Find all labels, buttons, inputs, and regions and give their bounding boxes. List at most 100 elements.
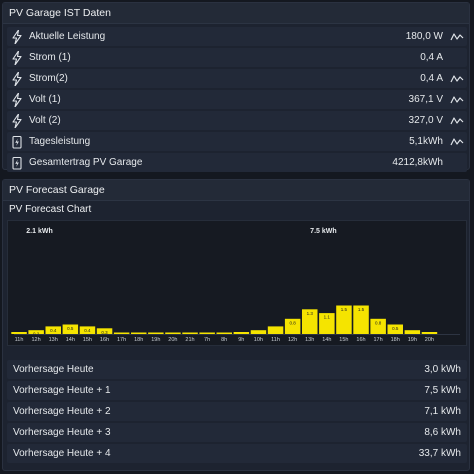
bar-value-label: 0.4 [84, 328, 91, 333]
trend-chart-icon[interactable] [447, 132, 467, 151]
x-tick-label: 17h [117, 337, 126, 343]
x-tick-label: 19h [151, 337, 160, 343]
lightning-icon [7, 69, 27, 88]
x-tick-label: 18h [391, 337, 400, 343]
bar-value-label: 1.1 [324, 315, 331, 320]
x-tick-label: 15h [83, 337, 92, 343]
forecast-chart-svg: 11h 0.212h 0.4 13h 0.5 14h 0.4 15h 0.3 16h 17h 18h 1… [11, 228, 460, 343]
x-tick-label: 20h [425, 337, 434, 343]
forecast-row-value: 8,6 kWh [424, 427, 461, 438]
trend-chart-icon[interactable] [447, 48, 467, 67]
forecast-row-value: 7,5 kWh [424, 385, 461, 396]
forecast-row: Vorhersage Heute + 3 8,6 kWh [7, 423, 467, 442]
chart-bar [11, 332, 27, 334]
chart-bar [131, 332, 147, 334]
chart-bar [113, 332, 130, 334]
x-tick-label: 11h [271, 337, 280, 343]
bar-value-label: 0.3 [101, 330, 108, 335]
chart-title: PV Forecast Chart [9, 204, 92, 215]
pv-ist-panel: PV Garage IST Daten Aktuelle Leistung 180… [2, 2, 470, 172]
ist-row-label: Gesamtertrag PV Garage [29, 157, 143, 168]
chart-bar [421, 332, 438, 334]
bar-value-label: 0.8 [375, 320, 382, 325]
ist-row-value: 0,4 A [420, 52, 443, 63]
panel-title-forecast: PV Forecast Garage [3, 180, 469, 201]
chart-bar [250, 330, 267, 334]
ist-row-value: 180,0 W [405, 31, 443, 42]
ist-row-label: Strom(2) [29, 73, 68, 84]
forecast-row-label: Vorhersage Heute + 4 [13, 448, 111, 459]
bar-value-label: 0.5 [67, 326, 74, 331]
lightning-icon [7, 48, 27, 67]
ist-row[interactable]: Strom (1) 0,4 A [7, 48, 467, 67]
ist-row-label: Volt (2) [29, 115, 61, 126]
day-total-label: 2.1 kWh [26, 228, 52, 235]
trend-chart-icon[interactable] [447, 27, 467, 46]
x-tick-label: 12h [32, 337, 41, 343]
trend-chart-icon[interactable] [447, 90, 467, 109]
chart-bar [404, 330, 421, 334]
forecast-row-label: Vorhersage Heute [13, 364, 94, 375]
bar-value-label: 0.2 [33, 332, 40, 337]
bar-value-label: 0.8 [289, 320, 296, 325]
bar-value-label: 0.5 [392, 326, 399, 331]
ist-row[interactable]: Gesamtertrag PV Garage 4212,8kWh [7, 153, 467, 172]
x-tick-label: 7h [204, 337, 210, 343]
chart-bar [216, 332, 232, 334]
lightning-icon [7, 27, 27, 46]
trend-chart-icon[interactable] [447, 153, 467, 172]
x-tick-label: 17h [374, 337, 383, 343]
x-tick-label: 14h [322, 337, 331, 343]
chart-bar [182, 332, 198, 334]
bar-value-label: 0.4 [50, 328, 57, 333]
lightning-icon [7, 111, 27, 130]
ist-row-label: Strom (1) [29, 52, 71, 63]
forecast-row: Vorhersage Heute 3,0 kWh [7, 360, 467, 379]
trend-chart-icon[interactable] [447, 69, 467, 88]
x-tick-label: 21h [185, 337, 194, 343]
forecast-row-label: Vorhersage Heute + 1 [13, 385, 111, 396]
chart-bar [199, 332, 215, 334]
ist-row-value: 327,0 V [408, 115, 443, 126]
ist-row[interactable]: Volt (1) 367,1 V [7, 90, 467, 109]
ist-row-value: 367,1 V [408, 94, 443, 105]
x-tick-label: 14h [66, 337, 75, 343]
ist-row-value: 4212,8kWh [392, 157, 443, 168]
pv-forecast-panel: PV Forecast Garage PV Forecast Chart 11h… [2, 179, 470, 471]
ist-row-value: 0,4 A [420, 73, 443, 84]
bar-value-label: 1.5 [341, 307, 348, 312]
forecast-row-value: 33,7 kWh [418, 448, 461, 459]
panel-title-ist: PV Garage IST Daten [3, 3, 469, 24]
ist-row-value: 5,1kWh [409, 136, 443, 147]
forecast-row-value: 7,1 kWh [424, 406, 461, 417]
x-tick-label: 18h [134, 337, 143, 343]
x-tick-label: 11h [15, 337, 24, 343]
x-tick-label: 13h [49, 337, 58, 343]
ist-row[interactable]: Strom(2) 0,4 A [7, 69, 467, 88]
x-tick-label: 8h [221, 337, 227, 343]
x-tick-label: 19h [408, 337, 417, 343]
battery-charge-icon [7, 153, 27, 172]
ist-row-label: Aktuelle Leistung [29, 31, 106, 42]
chart-bar [267, 326, 284, 334]
forecast-chart: 11h 0.2 12h 0.4 13h 0.5 14h 0.4 15h 0.3 16h 17h 18h 1… [7, 220, 467, 346]
forecast-row-label: Vorhersage Heute + 3 [13, 427, 111, 438]
battery-charge-icon [7, 132, 27, 151]
forecast-row: Vorhersage Heute + 2 7,1 kWh [7, 402, 467, 421]
lightning-icon [7, 90, 27, 109]
day-total-label: 7.5 kWh [310, 228, 336, 235]
x-tick-label: 16h [100, 337, 109, 343]
x-tick-label: 9h [238, 337, 244, 343]
ist-row[interactable]: Volt (2) 327,0 V [7, 111, 467, 130]
x-tick-label: 10h [254, 337, 263, 343]
ist-row[interactable]: Tagesleistung 5,1kWh [7, 132, 467, 151]
forecast-row: Vorhersage Heute + 1 7,5 kWh [7, 381, 467, 400]
bar-value-label: 1.3 [307, 311, 314, 316]
ist-row[interactable]: Aktuelle Leistung 180,0 W [7, 27, 467, 46]
ist-row-label: Tagesleistung [29, 136, 91, 147]
x-tick-label: 16h [356, 337, 365, 343]
x-tick-label: 15h [339, 337, 348, 343]
forecast-row: Vorhersage Heute + 4 33,7 kWh [7, 444, 467, 463]
trend-chart-icon[interactable] [447, 111, 467, 130]
chart-bar [233, 332, 250, 334]
